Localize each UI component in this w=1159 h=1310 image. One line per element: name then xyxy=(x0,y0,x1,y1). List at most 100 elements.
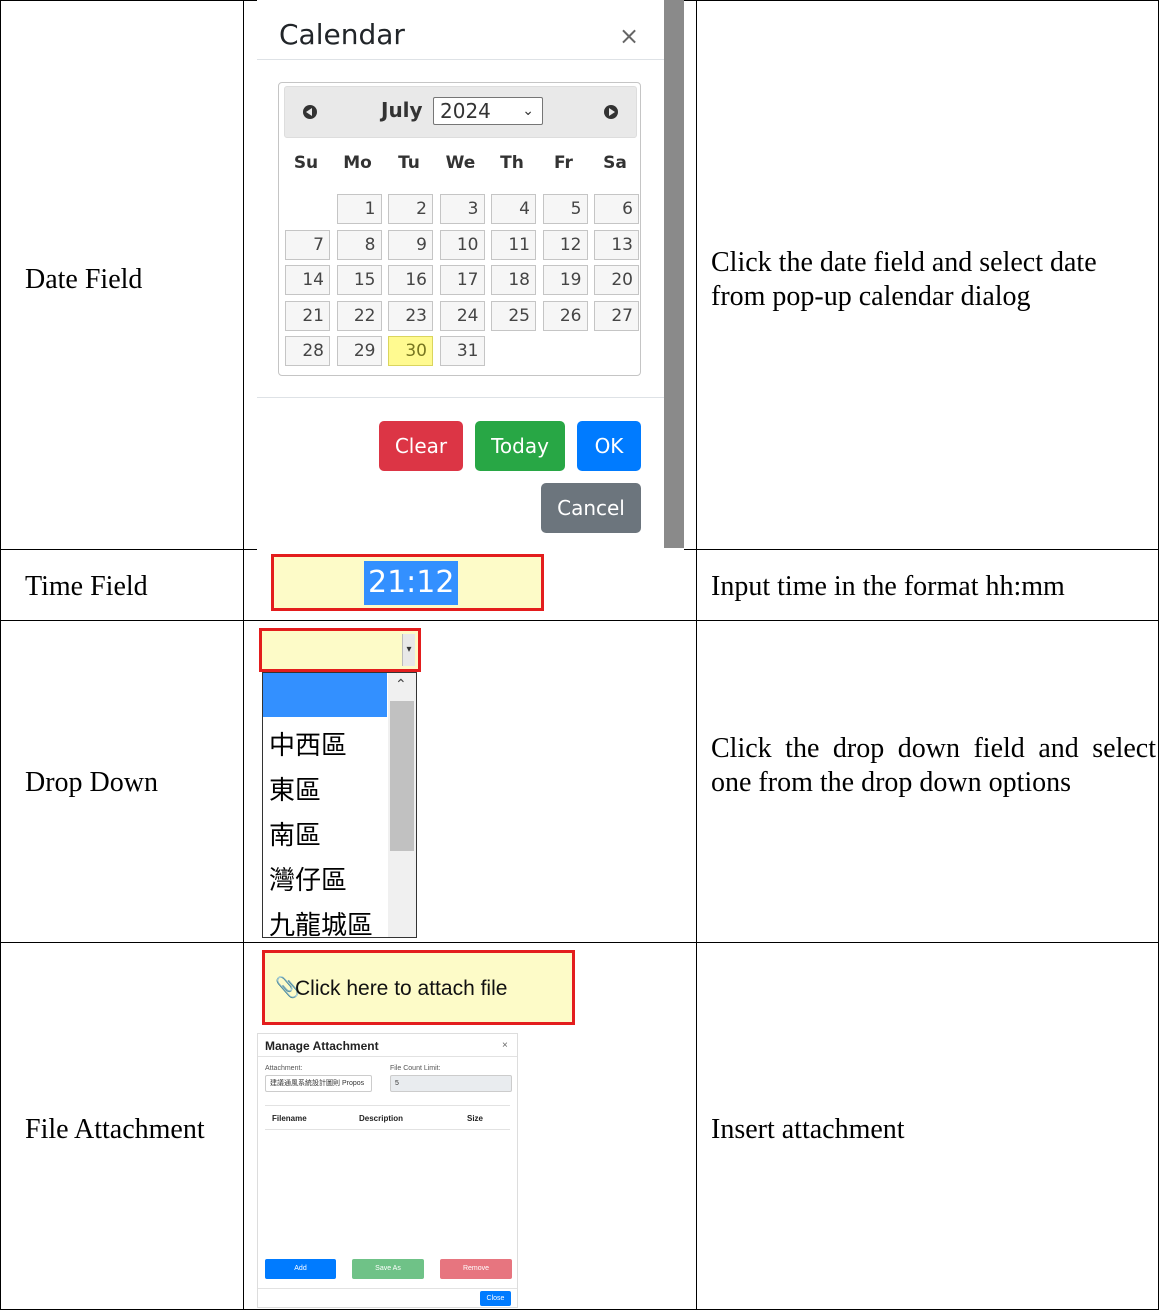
time-value: 21:12 xyxy=(364,561,459,605)
ok-button[interactable]: OK xyxy=(577,421,641,471)
row-label-time: Time Field xyxy=(25,571,148,602)
scroll-up-icon[interactable]: ⌃ xyxy=(395,677,407,694)
calendar-day[interactable]: 11 xyxy=(491,229,536,260)
col-description: Description xyxy=(359,1114,404,1123)
calendar-day[interactable]: 27 xyxy=(594,300,639,331)
table-border-left xyxy=(0,0,1,1310)
year-select-value: 2024 xyxy=(440,99,491,123)
calendar-day[interactable]: 8 xyxy=(336,229,382,260)
dropdown-arrow-icon[interactable]: ▾ xyxy=(402,634,415,666)
calendar-day[interactable]: 26 xyxy=(542,300,588,331)
save-as-button[interactable]: Save As xyxy=(352,1259,424,1279)
calendar-month-header: July 2024 ⌄ xyxy=(284,86,637,138)
calendar-day[interactable]: 16 xyxy=(388,265,433,295)
calendar-day[interactable]: 5 xyxy=(542,194,588,224)
attach-file-label: Click here to attach file xyxy=(295,977,508,1000)
calendar-header-divider xyxy=(257,59,664,60)
table-row-divider-1a xyxy=(0,549,257,550)
calendar-month: July xyxy=(381,98,423,122)
row-desc-time: Input time in the format hh:mm xyxy=(711,571,1065,602)
calendar-backdrop-edge xyxy=(664,0,684,548)
calendar-day[interactable]: 12 xyxy=(542,229,588,260)
calendar-day[interactable]: 31 xyxy=(439,336,485,366)
weekday-label: Su xyxy=(293,153,319,173)
cancel-button[interactable]: Cancel xyxy=(541,483,641,533)
attachment-select[interactable]: 建議通風系統設計圖則 Propos xyxy=(265,1075,372,1092)
table-top-divider xyxy=(265,1105,510,1106)
year-select[interactable]: 2024 ⌄ xyxy=(433,97,543,125)
calendar-day[interactable]: 21 xyxy=(285,300,330,331)
calendar-day[interactable]: 6 xyxy=(594,194,639,224)
calendar-day[interactable]: 29 xyxy=(336,336,382,366)
manage-attachment-dialog: Manage Attachment × Attachment: 建議通風系統設計… xyxy=(257,1033,518,1308)
dropdown-options-list: 中西區 東區 南區 灣仔區 九龍城區 ⌃ xyxy=(262,672,417,938)
calendar-day[interactable]: 25 xyxy=(491,300,536,331)
clear-button[interactable]: Clear xyxy=(379,421,463,471)
chevron-down-icon: ⌄ xyxy=(522,103,534,119)
row-label-date: Date Field xyxy=(25,264,143,295)
weekday-label: Th xyxy=(500,153,524,173)
calendar-day[interactable]: 13 xyxy=(594,229,639,260)
calendar-day[interactable]: 20 xyxy=(594,265,639,295)
dialog-footer-divider xyxy=(258,1288,517,1289)
calendar-day[interactable]: 22 xyxy=(336,300,382,331)
next-month-icon[interactable] xyxy=(604,105,618,119)
weekday-label: Fr xyxy=(554,153,573,173)
today-button[interactable]: Today xyxy=(475,421,565,471)
calendar-day[interactable]: 19 xyxy=(542,265,588,295)
calendar-day[interactable]: 24 xyxy=(439,300,485,331)
weekday-label: Mo xyxy=(343,153,372,173)
table-col-divider-1 xyxy=(243,0,244,1310)
calendar-day[interactable]: 15 xyxy=(336,265,382,295)
calendar-close-icon[interactable]: × xyxy=(619,22,639,50)
row-desc-attachment: Insert attachment xyxy=(711,1114,905,1145)
dropdown-option[interactable]: 九龍城區 xyxy=(269,905,373,937)
calendar-footer-divider xyxy=(257,397,664,398)
col-size: Size xyxy=(467,1114,484,1123)
col-filename: Filename xyxy=(272,1114,307,1123)
prev-month-icon[interactable] xyxy=(303,105,317,119)
attach-file-button[interactable]: 📎 Click here to attach file xyxy=(262,950,575,1025)
table-header-divider xyxy=(265,1129,510,1130)
add-button[interactable]: Add xyxy=(265,1259,336,1279)
attachment-select-value: 建議通風系統設計圖則 Propos xyxy=(270,1080,365,1087)
calendar-day[interactable]: 10 xyxy=(439,229,485,260)
dropdown-option[interactable]: 灣仔區 xyxy=(269,860,347,897)
calendar-day[interactable]: 7 xyxy=(285,229,330,260)
row-label-attachment: File Attachment xyxy=(25,1114,205,1145)
scrollbar-thumb[interactable] xyxy=(390,701,414,851)
weekday-label: We xyxy=(445,153,476,173)
file-count-limit-label: File Count Limit: xyxy=(390,1065,441,1072)
table-col-divider-2 xyxy=(696,0,697,1310)
calendar-day[interactable]: 4 xyxy=(491,194,536,224)
calendar-day[interactable]: 2 xyxy=(388,194,433,224)
calendar-day[interactable]: 9 xyxy=(388,229,433,260)
calendar-day[interactable]: 28 xyxy=(285,336,330,366)
dropdown-option[interactable]: 東區 xyxy=(269,770,321,807)
time-input[interactable]: 21:12 xyxy=(271,554,544,611)
table-row-divider-2 xyxy=(0,620,1159,621)
dropdown-option[interactable]: 中西區 xyxy=(269,725,347,762)
calendar-day[interactable]: 23 xyxy=(388,300,433,331)
remove-button[interactable]: Remove xyxy=(440,1259,512,1279)
file-count-limit-field: 5 xyxy=(390,1075,512,1092)
calendar-day[interactable]: 17 xyxy=(439,265,485,295)
dialog-header-divider xyxy=(258,1056,517,1057)
calendar-day[interactable]: 18 xyxy=(491,265,536,295)
dropdown-option[interactable]: 南區 xyxy=(269,815,321,852)
calendar-datepicker: July 2024 ⌄ Su Mo Tu We Th Fr Sa 1 2 3 4 5 6 7 8 9 10 11 1… xyxy=(278,82,641,376)
calendar-day[interactable]: 1 xyxy=(336,194,382,224)
attachment-label: Attachment: xyxy=(265,1065,303,1072)
dropdown-option-empty-selected[interactable] xyxy=(263,673,387,717)
manage-attachment-title: Manage Attachment xyxy=(265,1039,379,1053)
close-icon[interactable]: × xyxy=(502,1040,508,1051)
calendar-dialog: Calendar × July 2024 ⌄ Su Mo Tu We Th Fr Sa 123… xyxy=(257,0,664,548)
row-desc-date: Click the date field and select date fro… xyxy=(711,247,1097,312)
calendar-day[interactable]: 30 xyxy=(388,336,433,366)
row-desc-dropdown: Click the drop down field and select one… xyxy=(711,733,1156,798)
close-button[interactable]: Close xyxy=(480,1291,511,1306)
calendar-day[interactable]: 14 xyxy=(285,265,330,295)
dropdown-select[interactable]: ▾ xyxy=(259,628,421,672)
dropdown-scrollbar[interactable]: ⌃ xyxy=(388,673,416,937)
calendar-day[interactable]: 3 xyxy=(439,194,485,224)
